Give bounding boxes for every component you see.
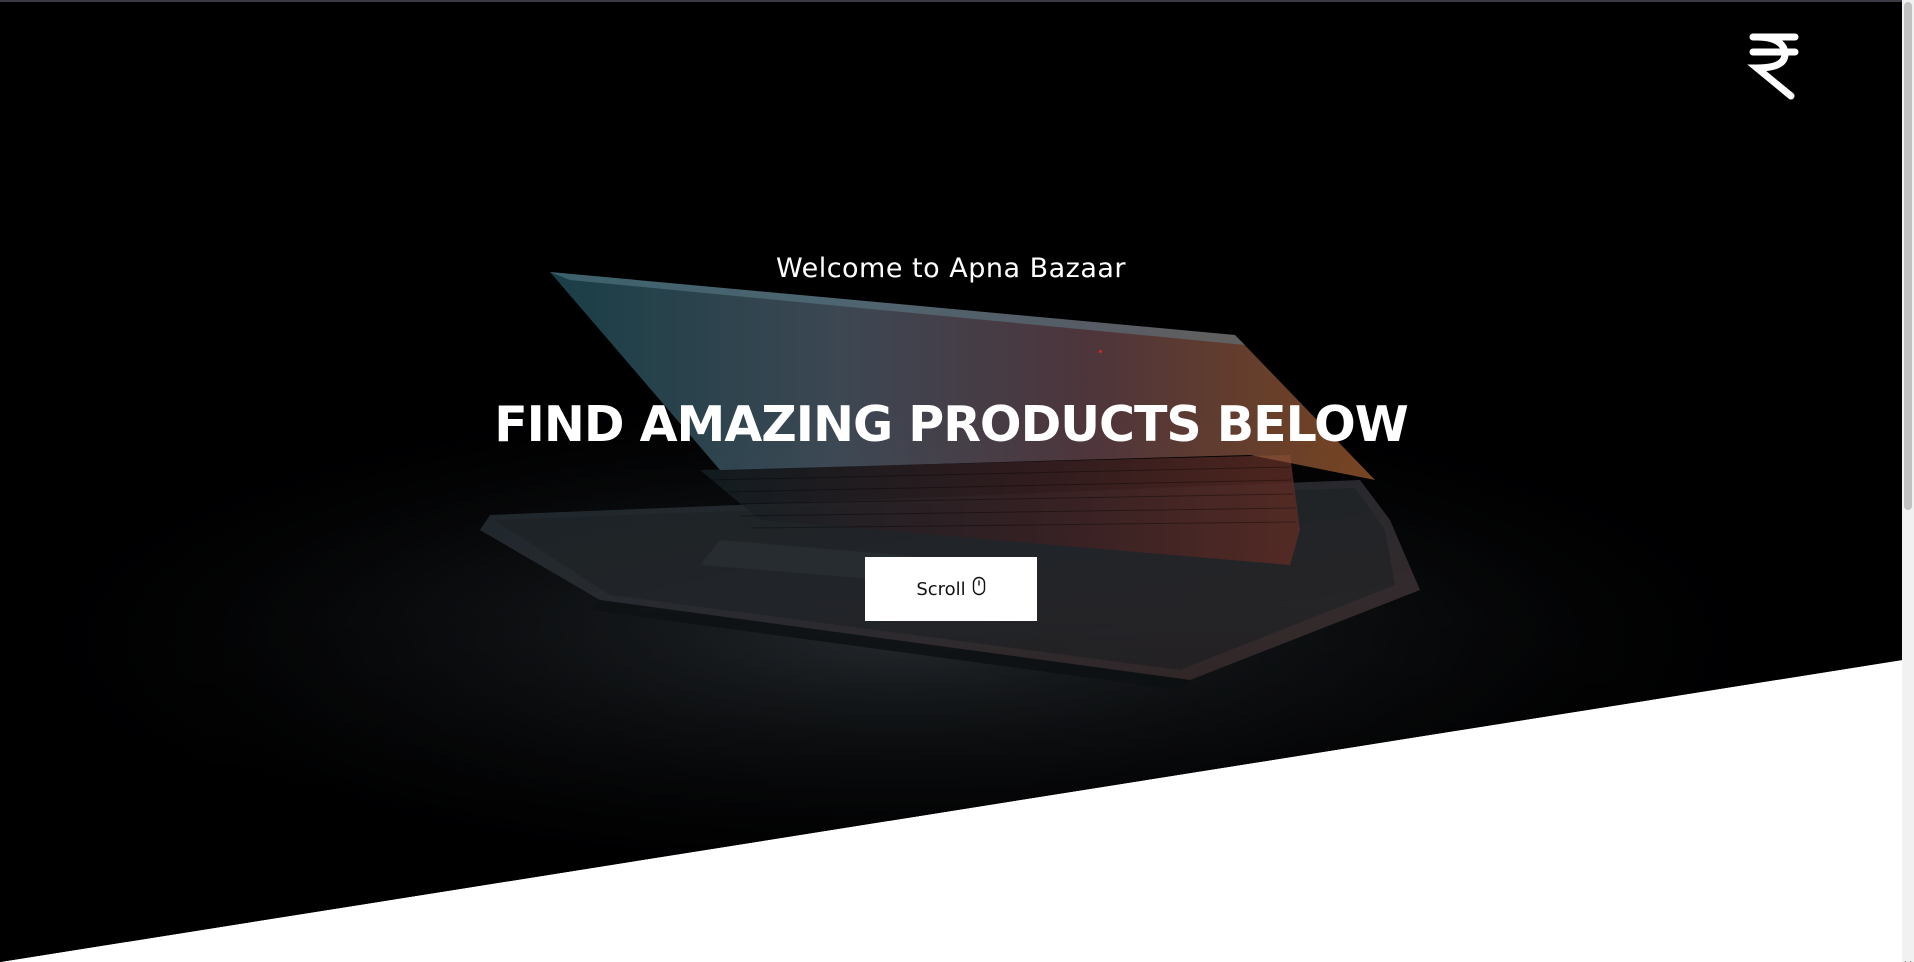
scroll-down-arrow-icon[interactable] bbox=[1904, 952, 1912, 962]
scroll-button-label: Scroll bbox=[916, 578, 966, 600]
page-viewport: Welcome to Apna Bazaar FIND AMAZING PROD… bbox=[0, 0, 1914, 962]
browser-top-edge bbox=[0, 0, 1914, 2]
scrollbar-thumb[interactable] bbox=[1904, 2, 1912, 510]
scroll-button[interactable]: Scroll bbox=[865, 557, 1037, 621]
hero-content: Welcome to Apna Bazaar FIND AMAZING PROD… bbox=[0, 0, 1902, 962]
vertical-scrollbar[interactable] bbox=[1902, 0, 1914, 962]
hero-section: Welcome to Apna Bazaar FIND AMAZING PROD… bbox=[0, 0, 1902, 962]
mouse-icon bbox=[972, 576, 986, 596]
hero-headline: FIND AMAZING PRODUCTS BELOW bbox=[494, 396, 1409, 453]
welcome-text: Welcome to Apna Bazaar bbox=[775, 253, 1127, 284]
